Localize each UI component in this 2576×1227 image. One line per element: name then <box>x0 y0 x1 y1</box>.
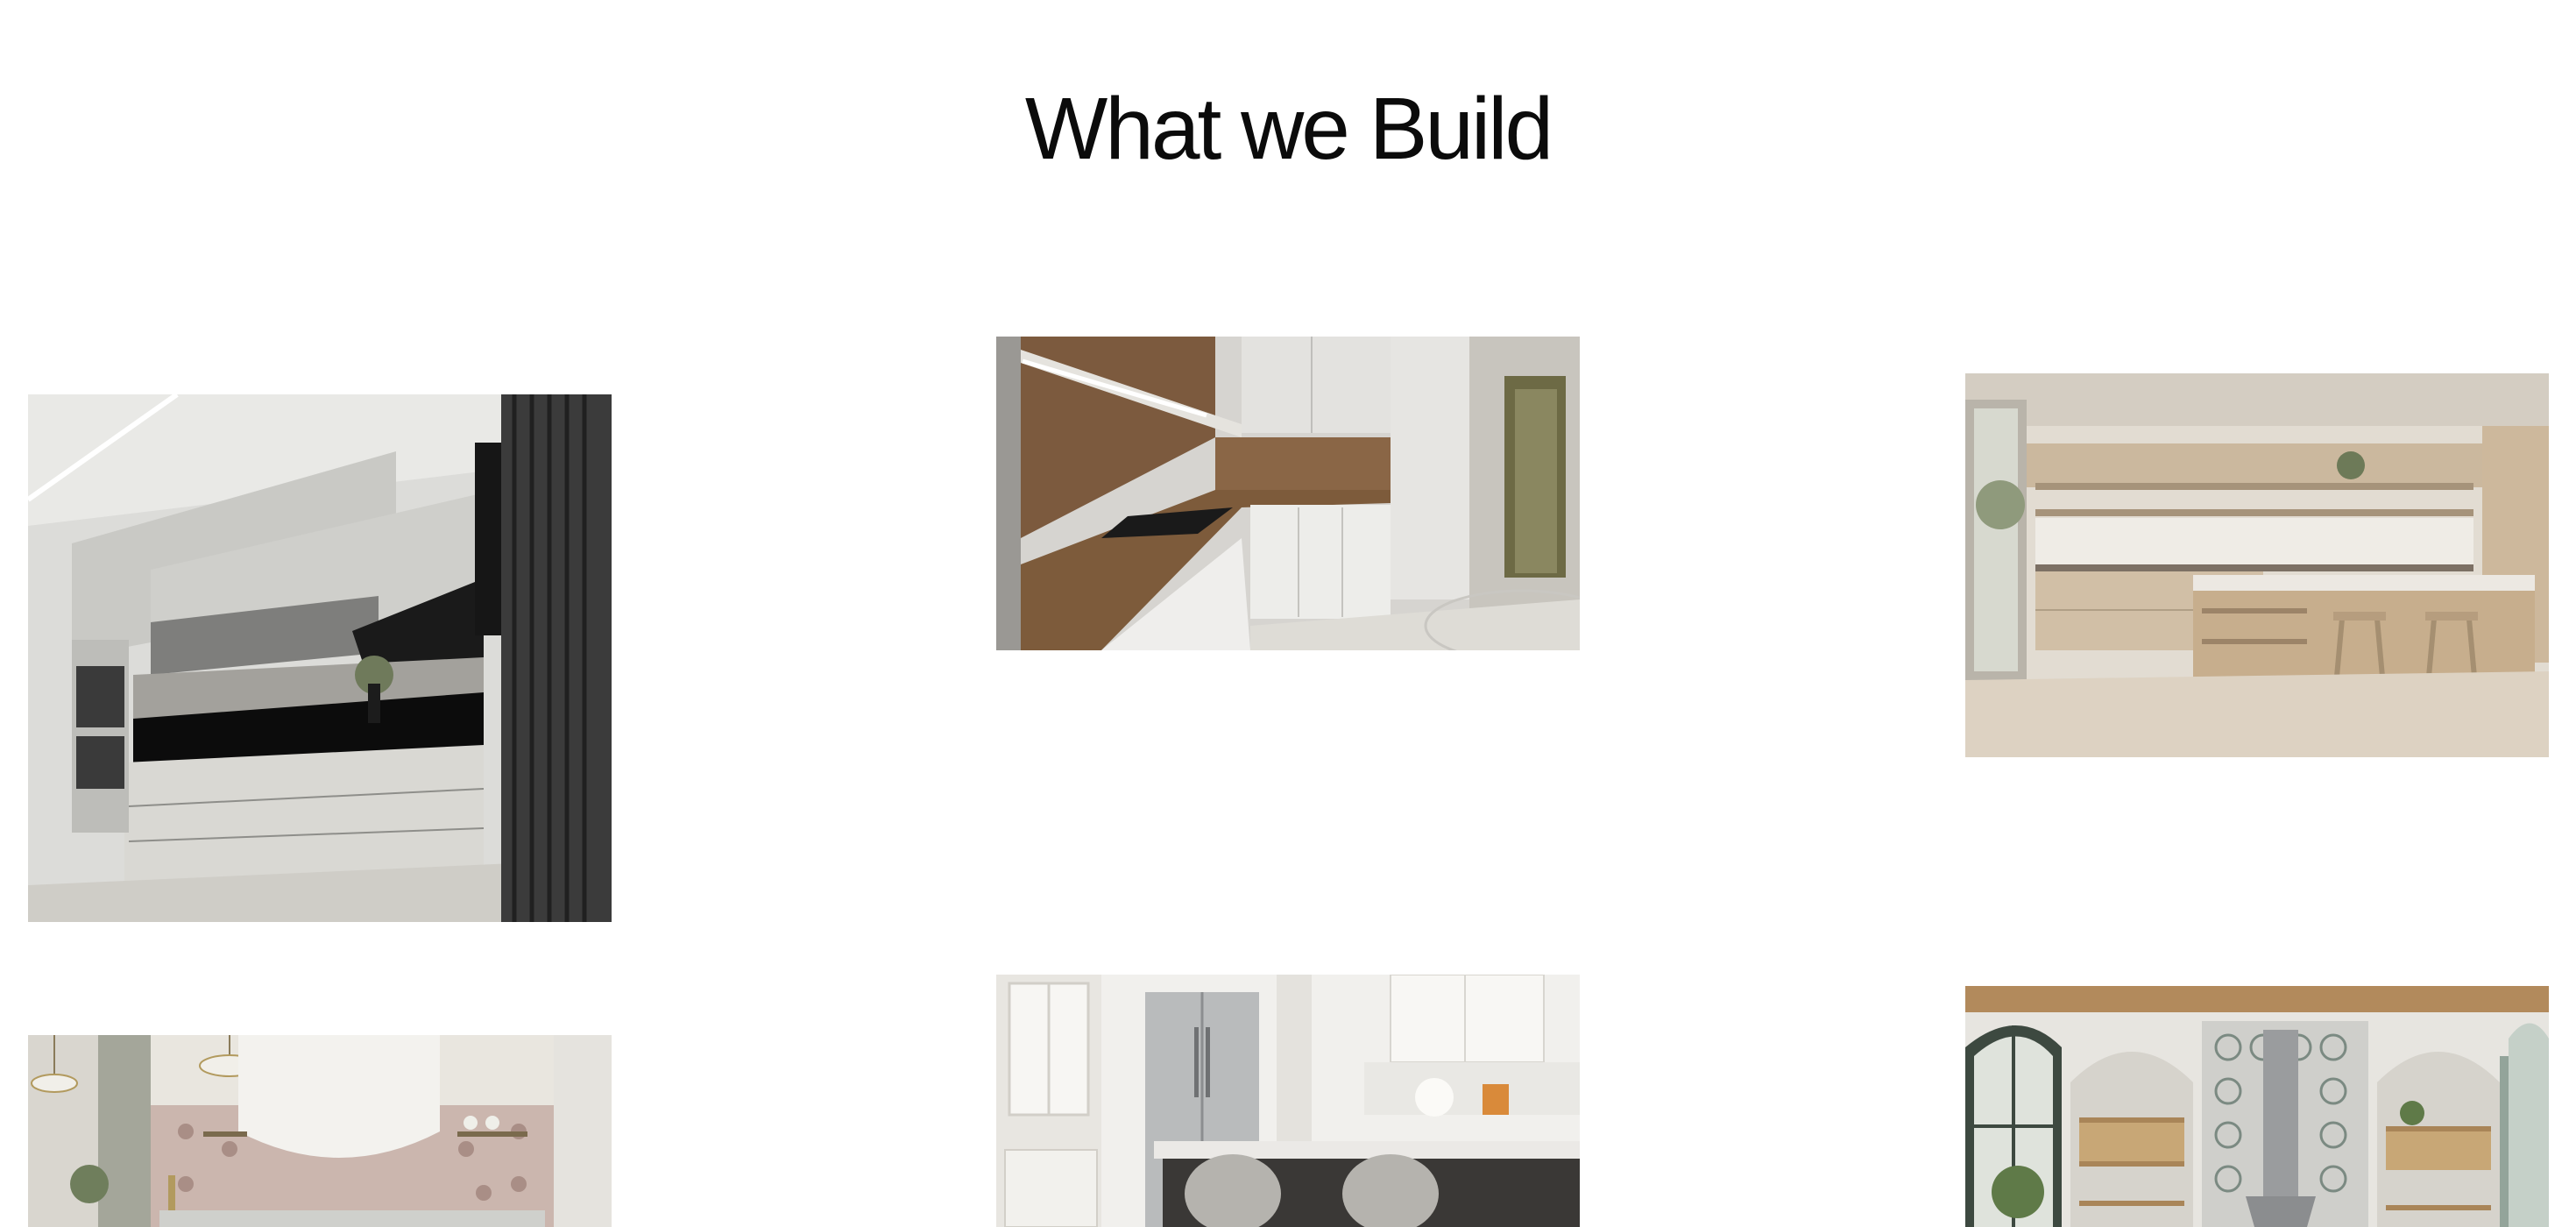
gallery-image-wood-corner-kitchen[interactable] <box>996 337 1580 650</box>
gallery-image-stainless-fridge-kitchen[interactable] <box>996 975 1580 1227</box>
gallery-image-modern-black-kitchen[interactable] <box>28 394 612 922</box>
gallery-image-light-wood-island-kitchen[interactable] <box>1965 373 2549 757</box>
section-title: What we Build <box>1024 80 1553 178</box>
gallery-image-arched-alcove-kitchen[interactable] <box>1965 986 2549 1227</box>
gallery-image-white-patterned-tile-kitchen[interactable] <box>28 1035 612 1227</box>
